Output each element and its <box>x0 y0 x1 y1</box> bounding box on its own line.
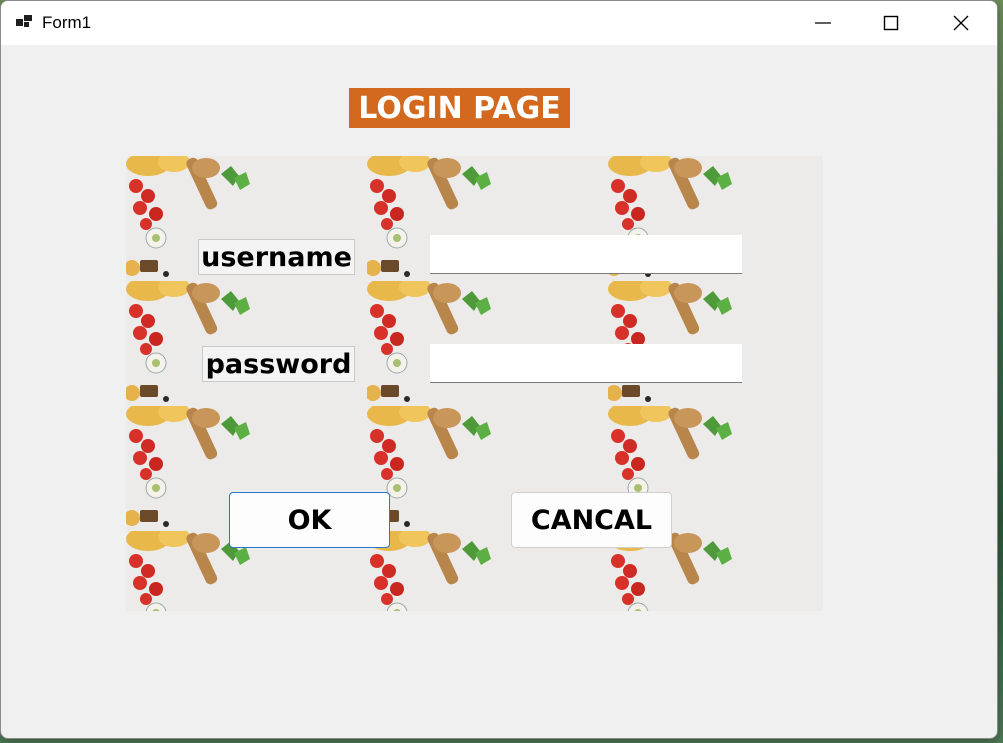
maximize-icon <box>883 15 899 31</box>
ok-button[interactable]: OK <box>229 492 390 548</box>
app-icon <box>16 15 32 27</box>
close-button[interactable] <box>926 1 996 45</box>
background-tile <box>126 281 367 406</box>
cancel-button[interactable]: CANCAL <box>511 492 672 548</box>
title-bar[interactable]: Form1 <box>1 1 997 45</box>
form-client-area: LOGIN PAGE username password OK CANCAL <box>1 45 997 738</box>
window-title: Form1 <box>42 13 92 32</box>
maximize-button[interactable] <box>856 1 926 45</box>
password-label: password <box>202 346 355 382</box>
form1-window: Form1 LOGIN PAGE username password OK CA… <box>0 0 998 739</box>
minimize-icon <box>815 22 831 24</box>
username-input[interactable] <box>430 235 742 274</box>
close-icon <box>953 15 969 31</box>
username-label: username <box>198 239 355 275</box>
login-page-heading: LOGIN PAGE <box>349 88 570 128</box>
minimize-button[interactable] <box>788 1 858 45</box>
password-input[interactable] <box>430 344 742 383</box>
